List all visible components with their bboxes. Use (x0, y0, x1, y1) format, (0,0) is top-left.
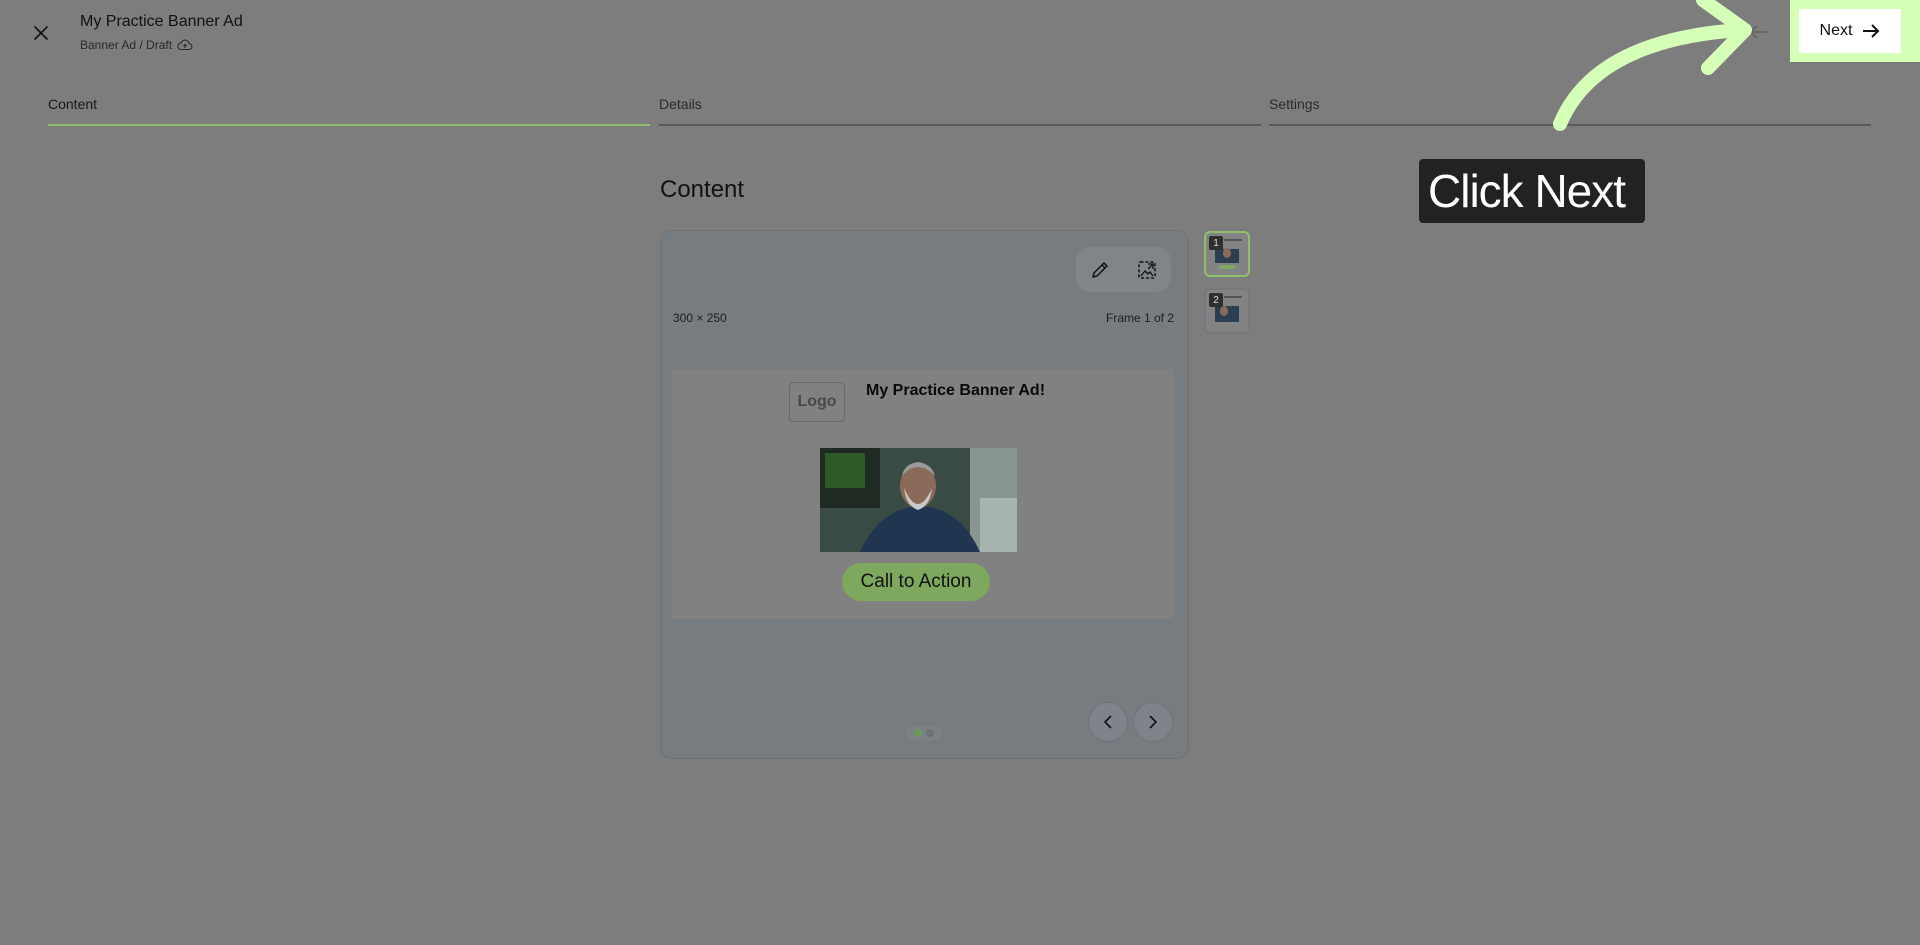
tab-content-indicator (48, 124, 650, 126)
banner-title: My Practice Banner Ad! (866, 382, 1046, 399)
call-to-action-button[interactable]: Call to Action (842, 563, 990, 601)
resize-image-button[interactable] (1131, 254, 1163, 286)
section-title: Content (660, 176, 745, 203)
chevron-right-icon (1149, 715, 1158, 729)
page-title: My Practice Banner Ad (80, 13, 243, 30)
frame-dot-2[interactable] (926, 729, 934, 737)
banner-size-label: 300 × 250 (673, 311, 727, 325)
breadcrumb: Banner Ad / Draft (80, 38, 193, 52)
tutorial-callout: Click Next (1419, 159, 1646, 223)
tab-details[interactable]: Details (659, 96, 1261, 126)
cloud-save-icon (177, 39, 193, 51)
frame-thumbnail-number: 1 (1209, 236, 1223, 250)
next-button[interactable]: Next (1799, 9, 1901, 53)
frame-thumbnail-2[interactable]: 2 (1204, 288, 1250, 334)
tab-content-label: Content (48, 96, 98, 112)
close-icon (34, 26, 48, 40)
edit-button[interactable] (1084, 254, 1116, 286)
close-button[interactable] (28, 20, 54, 46)
frame-counter: Frame 1 of 2 (1106, 311, 1175, 325)
tab-details-indicator (659, 124, 1261, 126)
image-resize-icon (1138, 260, 1156, 279)
tab-details-label: Details (659, 96, 702, 112)
frame-thumbnail-1[interactable]: 1 (1204, 231, 1250, 277)
tab-content[interactable]: Content (48, 96, 650, 126)
frame-indicator (906, 726, 942, 740)
frame-thumbnail-number: 2 (1209, 293, 1223, 307)
preview-toolbar (1076, 247, 1171, 292)
chevron-left-icon (1103, 715, 1112, 729)
frame-dot-1[interactable] (914, 729, 922, 737)
banner-logo: Logo (789, 382, 845, 422)
pencil-icon (1092, 261, 1108, 278)
banner-photo (820, 448, 1017, 552)
arrow-right-icon (1863, 24, 1880, 38)
next-frame-button[interactable] (1133, 702, 1173, 742)
previous-frame-button[interactable] (1088, 702, 1128, 742)
tutorial-arrow (1553, 0, 1752, 131)
next-button-label: Next (1819, 22, 1853, 39)
breadcrumb-text: Banner Ad / Draft (80, 38, 173, 52)
